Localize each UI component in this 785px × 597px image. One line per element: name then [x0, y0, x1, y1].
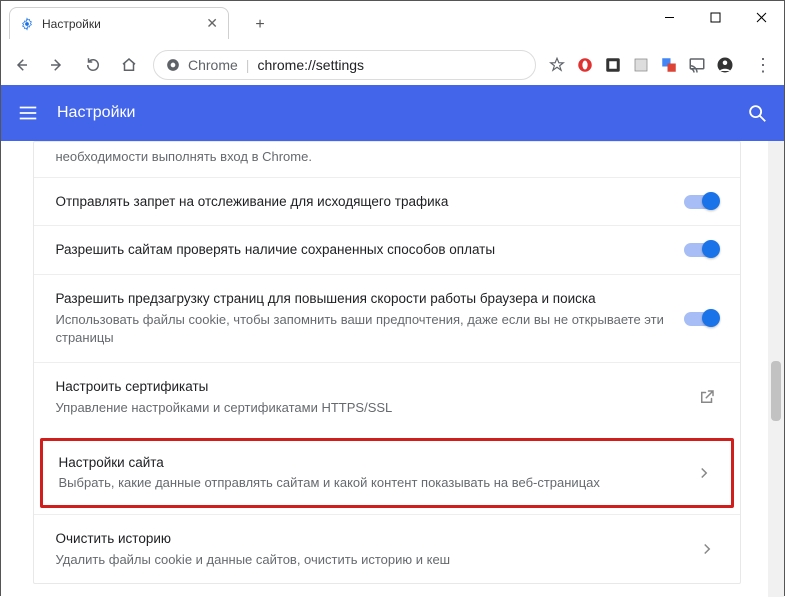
row-title: Настройки сайта	[59, 453, 677, 473]
row-continuation: необходимости выполнять вход в Chrome.	[34, 142, 740, 177]
row-clear-browsing-data[interactable]: Очистить историю Удалить файлы cookie и …	[34, 514, 740, 583]
extension-icon-1[interactable]	[604, 56, 622, 74]
extension-opera-icon[interactable]	[576, 56, 594, 74]
forward-button[interactable]	[45, 53, 69, 77]
chevron-right-icon	[696, 538, 718, 560]
address-divider: |	[246, 57, 250, 73]
row-manage-certificates[interactable]: Настроить сертификаты Управление настрой…	[34, 362, 740, 431]
scrollbar-thumb[interactable]	[771, 361, 781, 421]
row-preload-pages[interactable]: Разрешить предзагрузку страниц для повыш…	[34, 274, 740, 362]
chrome-icon	[166, 58, 180, 72]
home-button[interactable]	[117, 53, 141, 77]
address-url: chrome://settings	[257, 57, 364, 73]
browser-tab[interactable]: Настройки ✕	[9, 7, 229, 39]
window-titlebar: Настройки ✕ +	[1, 1, 784, 45]
close-tab-icon[interactable]: ✕	[206, 15, 218, 32]
window-controls	[646, 1, 784, 33]
toggle-switch[interactable]	[684, 312, 718, 326]
page-title: Настройки	[57, 104, 746, 122]
browser-menu-button[interactable]: ⋮	[750, 55, 776, 76]
continuation-text: необходимости выполнять вход в Chrome.	[56, 148, 718, 167]
browser-toolbar: Chrome | chrome://settings ⋮	[1, 45, 784, 85]
privacy-card: необходимости выполнять вход в Chrome. О…	[33, 141, 741, 584]
address-bar[interactable]: Chrome | chrome://settings	[153, 50, 536, 80]
menu-button[interactable]	[17, 102, 39, 124]
row-title: Настроить сертификаты	[56, 377, 680, 397]
toggle-switch[interactable]	[684, 195, 718, 209]
back-button[interactable]	[9, 53, 33, 77]
star-icon[interactable]	[548, 56, 566, 74]
row-payment-methods[interactable]: Разрешить сайтам проверять наличие сохра…	[34, 225, 740, 274]
extension-cast-icon[interactable]	[688, 56, 706, 74]
extension-translate-icon[interactable]	[660, 56, 678, 74]
settings-content: необходимости выполнять вход в Chrome. О…	[1, 141, 784, 597]
row-title: Отправлять запрет на отслеживание для ис…	[56, 192, 668, 212]
tab-title: Настройки	[42, 17, 198, 31]
row-do-not-track[interactable]: Отправлять запрет на отслеживание для ис…	[34, 177, 740, 226]
settings-appbar: Настройки	[1, 85, 784, 141]
chevron-right-icon	[693, 462, 715, 484]
page-scrollbar[interactable]	[768, 141, 784, 597]
window-maximize-button[interactable]	[692, 1, 738, 33]
row-subtitle: Управление настройками и сертификатами H…	[56, 399, 680, 418]
window-close-button[interactable]	[738, 1, 784, 33]
row-subtitle: Выбрать, какие данные отправлять сайтам …	[59, 474, 677, 493]
address-prefix: Chrome	[188, 57, 238, 73]
row-subtitle: Удалить файлы cookie и данные сайтов, оч…	[56, 551, 680, 570]
extension-avatar-icon[interactable]	[716, 56, 734, 74]
row-site-settings[interactable]: Настройки сайта Выбрать, какие данные от…	[40, 438, 734, 508]
gear-icon	[20, 17, 34, 31]
row-title: Разрешить предзагрузку страниц для повыш…	[56, 289, 668, 309]
row-title: Очистить историю	[56, 529, 680, 549]
toggle-switch[interactable]	[684, 243, 718, 257]
external-link-icon	[696, 386, 718, 408]
window-minimize-button[interactable]	[646, 1, 692, 33]
new-tab-button[interactable]: +	[246, 11, 274, 39]
reload-button[interactable]	[81, 53, 105, 77]
extension-icon-2[interactable]	[632, 56, 650, 74]
extension-icons	[548, 56, 738, 74]
row-subtitle: Использовать файлы cookie, чтобы запомни…	[56, 311, 668, 349]
search-button[interactable]	[746, 102, 768, 124]
row-title: Разрешить сайтам проверять наличие сохра…	[56, 240, 668, 260]
